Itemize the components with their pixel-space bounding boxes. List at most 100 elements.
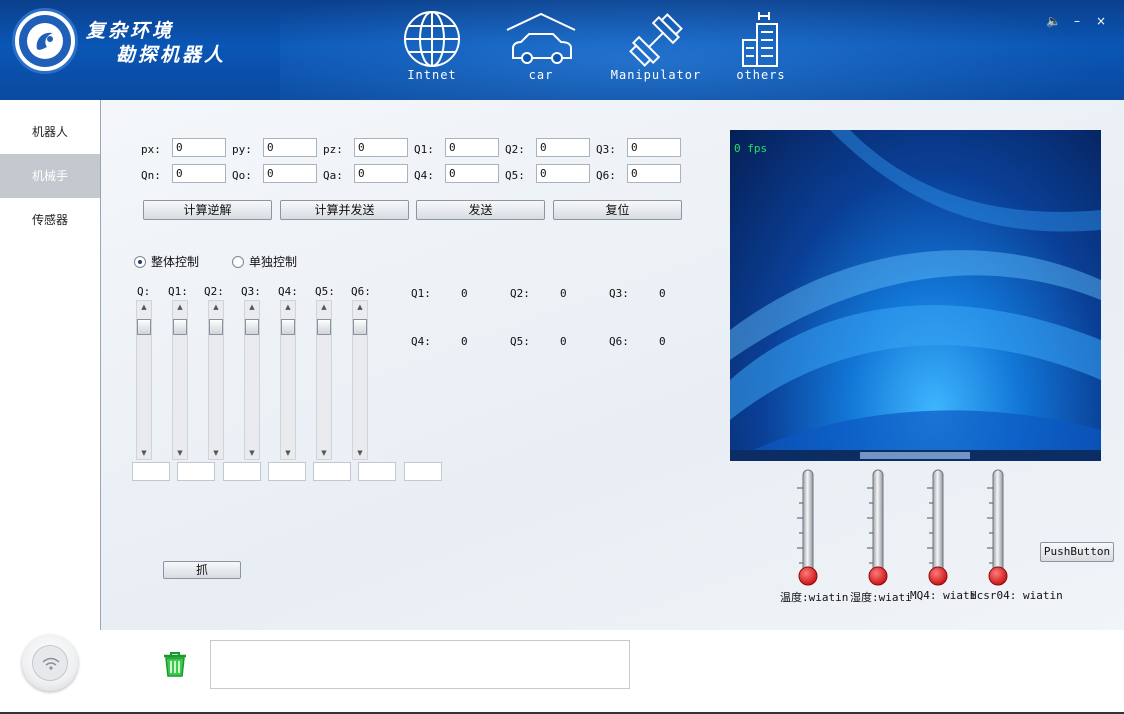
slider-label-q4: Q4: (278, 285, 298, 298)
slider-thumb[interactable] (209, 319, 223, 335)
wifi-button-face (32, 645, 68, 681)
slider-value-q[interactable] (132, 462, 170, 481)
mq4-label: MQ4: wiati (910, 589, 977, 602)
arrow-up-icon[interactable]: ▲ (353, 301, 367, 313)
readout-value-q4: 0 (461, 335, 468, 348)
temperature-label: 温度:wiatin (780, 591, 849, 604)
push-button[interactable]: PushButton (1040, 542, 1114, 562)
slider-value-q4[interactable] (313, 462, 351, 481)
arrow-down-icon[interactable]: ▼ (137, 447, 151, 459)
compute-and-send-button[interactable]: 计算并发送 (280, 200, 409, 220)
slider-label-q5: Q5: (315, 285, 335, 298)
slider-value-q3[interactable] (268, 462, 306, 481)
app-header: 复杂环境 勘探机器人 Intnet car Manipulator others… (0, 0, 1124, 100)
arrow-down-icon[interactable]: ▼ (173, 447, 187, 459)
slider-q2[interactable]: ▲ ▼ (208, 300, 224, 460)
inverse-kinematics-button[interactable]: 计算逆解 (143, 200, 272, 220)
nav-intnet[interactable]: Intnet (382, 10, 482, 92)
slider-q3[interactable]: ▲ ▼ (244, 300, 260, 460)
readout-label-q3: Q3: (609, 287, 629, 300)
thermometer-hcsr04 (987, 469, 1008, 586)
nav-manipulator-label: Manipulator (610, 68, 702, 82)
slider-q6[interactable]: ▲ ▼ (352, 300, 368, 460)
nav-intnet-label: Intnet (407, 68, 457, 82)
slider-label-q3: Q3: (241, 285, 261, 298)
slider-value-q5[interactable] (358, 462, 396, 481)
slider-thumb[interactable] (353, 319, 367, 335)
building-icon (742, 12, 778, 67)
arrow-up-icon[interactable]: ▲ (173, 301, 187, 313)
arrow-up-icon[interactable]: ▲ (281, 301, 295, 313)
coord-label-qo: Qo: (232, 169, 252, 182)
arrow-down-icon[interactable]: ▼ (353, 447, 367, 459)
arrow-up-icon[interactable]: ▲ (209, 301, 223, 313)
slider-value-q2[interactable] (223, 462, 261, 481)
reset-button[interactable]: 复位 (553, 200, 682, 220)
slider-value-q1[interactable] (177, 462, 215, 481)
arrow-up-icon[interactable]: ▲ (137, 301, 151, 313)
readout-value-q5: 0 (560, 335, 567, 348)
nav-car-label: car (528, 68, 554, 82)
speaker-icon[interactable]: 🔈 (1046, 14, 1061, 28)
sidebar-item-robot[interactable]: 机器人 (0, 110, 100, 154)
close-button[interactable]: × (1094, 14, 1108, 28)
slider-label-q6: Q6: (351, 285, 371, 298)
radio-whole-control-label: 整体控制 (151, 255, 200, 269)
coord-input-py[interactable]: 0 (263, 138, 317, 157)
arrow-down-icon[interactable]: ▼ (317, 447, 331, 459)
trash-icon[interactable] (160, 648, 190, 678)
footer (0, 630, 1124, 714)
arrow-down-icon[interactable]: ▼ (245, 447, 259, 459)
message-output-box[interactable] (210, 640, 630, 689)
fps-readout: 0 fps (734, 142, 768, 155)
coord-input-qa[interactable]: 0 (354, 164, 408, 183)
coord-input-q5[interactable]: 0 (536, 164, 590, 183)
slider-thumb[interactable] (245, 319, 259, 335)
arrow-down-icon[interactable]: ▼ (281, 447, 295, 459)
slider-q[interactable]: ▲ ▼ (136, 300, 152, 460)
coord-input-pz[interactable]: 0 (354, 138, 408, 157)
coord-input-q2[interactable]: 0 (536, 138, 590, 157)
arrow-up-icon[interactable]: ▲ (245, 301, 259, 313)
slider-thumb[interactable] (173, 319, 187, 335)
coord-label-py: py: (232, 143, 252, 156)
slider-value-q6[interactable] (404, 462, 442, 481)
slider-thumb[interactable] (317, 319, 331, 335)
sidebar-item-manipulator[interactable]: 机械手 (0, 154, 100, 198)
coord-label-qa: Qa: (323, 169, 343, 182)
slider-q4[interactable]: ▲ ▼ (280, 300, 296, 460)
send-button[interactable]: 发送 (416, 200, 545, 220)
wifi-icon (42, 657, 60, 670)
slider-label-q1: Q1: (168, 285, 188, 298)
window-controls: 🔈 – × (1046, 14, 1108, 28)
coord-input-q6[interactable]: 0 (627, 164, 681, 183)
slider-thumb[interactable] (281, 319, 295, 335)
radio-single-control[interactable]: 单独控制 (232, 253, 297, 270)
slider-label-q2: Q2: (204, 285, 224, 298)
radio-whole-control[interactable]: 整体控制 (134, 253, 199, 270)
coord-label-qn: Qn: (141, 169, 161, 182)
arrow-up-icon[interactable]: ▲ (317, 301, 331, 313)
coord-label-px: px: (141, 143, 161, 156)
coord-input-q4[interactable]: 0 (445, 164, 499, 183)
slider-q1[interactable]: ▲ ▼ (172, 300, 188, 460)
nav-others[interactable]: others (711, 10, 811, 92)
nav-car[interactable]: car (491, 10, 591, 92)
minimize-button[interactable]: – (1070, 14, 1084, 28)
nav-manipulator[interactable]: Manipulator (606, 10, 706, 92)
coord-input-q3[interactable]: 0 (627, 138, 681, 157)
readout-label-q4: Q4: (411, 335, 431, 348)
thermometer-humidity (867, 469, 888, 586)
wifi-connect-button[interactable] (22, 635, 78, 691)
coord-input-qo[interactable]: 0 (263, 164, 317, 183)
coord-input-qn[interactable]: 0 (172, 164, 226, 183)
grab-button[interactable]: 抓 (163, 561, 241, 579)
arrow-down-icon[interactable]: ▼ (209, 447, 223, 459)
coord-input-q1[interactable]: 0 (445, 138, 499, 157)
sidebar-item-sensor[interactable]: 传感器 (0, 198, 100, 242)
coord-input-px[interactable]: 0 (172, 138, 226, 157)
coord-label-q5: Q5: (505, 169, 525, 182)
slider-thumb[interactable] (137, 319, 151, 335)
car-icon (506, 12, 576, 64)
slider-q5[interactable]: ▲ ▼ (316, 300, 332, 460)
